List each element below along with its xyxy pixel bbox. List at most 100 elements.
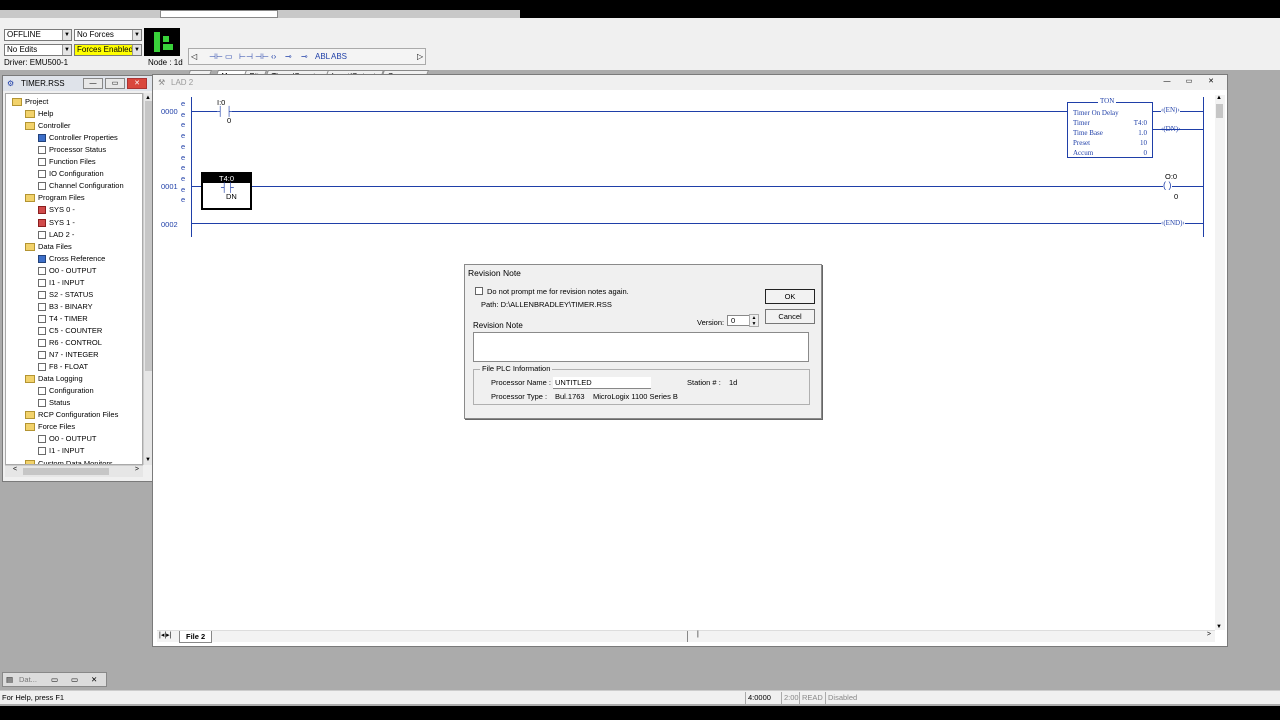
processor-type-value: MicroLogix 1100 Series B (593, 392, 678, 401)
tree-item-label: O0 - OUTPUT (49, 265, 97, 275)
tree-item[interactable]: C5 - COUNTER (38, 325, 102, 337)
tree-item[interactable]: Custom Data Monitors (25, 458, 113, 464)
scroll-down-icon[interactable]: ▼ (1216, 624, 1222, 630)
folder-icon (25, 242, 35, 251)
file-tab[interactable]: File 2 (179, 631, 213, 643)
minimize-button[interactable]: — (83, 78, 103, 89)
forces-dropdown[interactable]: No Forces ▼ (74, 29, 142, 41)
tree-item[interactable]: Help (25, 108, 53, 120)
no-prompt-checkbox[interactable] (475, 287, 483, 295)
branch-icon[interactable]: ⊢⊣ (239, 52, 253, 61)
forces-enabled-dropdown[interactable]: Forces Enabled ▼ (74, 44, 142, 56)
ton-row-label: Timer (1073, 119, 1090, 127)
ok-button[interactable]: OK (765, 289, 815, 304)
tree-item-label: C5 - COUNTER (49, 325, 103, 335)
tree-item[interactable]: Processor Status (38, 144, 106, 156)
rung-number[interactable]: 0001 (161, 182, 178, 191)
tree-item[interactable]: SYS 1 - (38, 217, 75, 229)
tree-item[interactable]: Function Files (38, 156, 96, 168)
scroll-right-icon[interactable]: ▷ (417, 52, 423, 61)
xic-contact[interactable]: ┤ ├ (217, 106, 233, 116)
scroll-left-icon[interactable]: ◁ (191, 52, 197, 61)
tree-item[interactable]: O0 - OUTPUT (38, 265, 97, 277)
tree-item[interactable]: Status (38, 397, 70, 409)
ladder-vertical-scrollbar[interactable]: ▲ ▼ (1215, 95, 1225, 630)
abs-icon[interactable]: ABS (331, 52, 347, 61)
tree-item[interactable]: B3 - BINARY (38, 301, 93, 313)
tree-item[interactable]: Project (12, 96, 48, 108)
tree-scroll-thumb[interactable] (145, 101, 152, 371)
tree-item[interactable]: S2 - STATUS (38, 289, 93, 301)
maximize-button[interactable]: ▭ (105, 78, 125, 89)
edits-dropdown[interactable]: No Edits ▼ (4, 44, 72, 56)
tree-item[interactable]: Cross Reference (38, 253, 105, 265)
tree-horizontal-scrollbar[interactable]: < > (5, 465, 143, 477)
path-label: Path: D:\ALLENBRADLEY\TIMER.RSS (481, 300, 612, 309)
no-prompt-label: Do not prompt me for revision notes agai… (487, 287, 629, 296)
unlatch-icon[interactable]: ⊸ (301, 52, 308, 61)
tree-item[interactable]: I1 - INPUT (38, 277, 84, 289)
tree-item[interactable]: SYS 0 - (38, 204, 75, 216)
tree-item[interactable]: Data Logging (25, 373, 83, 385)
ton-row-value: 0 (1143, 149, 1148, 157)
close-button[interactable]: ✕ (127, 78, 147, 89)
tree-item[interactable]: Data Files (25, 241, 72, 253)
ladder-scroll-thumb[interactable] (1216, 104, 1223, 118)
tree-item[interactable]: IO Configuration (38, 168, 104, 180)
maximize-button[interactable]: ▭ (1179, 77, 1199, 88)
rung-number[interactable]: 0002 (161, 220, 178, 229)
minimized-data-window[interactable]: ▤ Dat... ▭ ▭ ✕ (2, 672, 107, 687)
scroll-left-icon[interactable]: < (13, 466, 17, 473)
branch-end-icon[interactable]: ⊣⊢ (255, 52, 269, 61)
tree-item-label: B3 - BINARY (49, 301, 93, 311)
abl-icon[interactable]: ABL (315, 52, 330, 61)
contact-icon[interactable]: ⊣⊢ (209, 52, 223, 61)
tree-item[interactable]: O0 - OUTPUT (38, 433, 97, 445)
restore-button[interactable]: ▭ (51, 673, 58, 686)
mode-dropdown[interactable]: OFFLINE ▼ (4, 29, 72, 41)
file-icon (38, 302, 46, 311)
rung-number[interactable]: 0000 (161, 107, 178, 116)
tree-item[interactable]: N7 - INTEGER (38, 349, 99, 361)
tree-hscroll-thumb[interactable] (23, 468, 109, 475)
tree-item[interactable]: Configuration (38, 385, 94, 397)
tree-item[interactable]: F8 - FLOAT (38, 361, 88, 373)
tree-item[interactable]: Program Files (25, 192, 85, 204)
scroll-right-icon[interactable]: > (135, 466, 139, 473)
tree-item[interactable]: LAD 2 - (38, 229, 74, 241)
minimize-button[interactable]: — (1157, 77, 1177, 88)
toolbar-combo[interactable] (160, 10, 278, 18)
tree-item[interactable]: RCP Configuration Files (25, 409, 118, 421)
tree-item[interactable]: Force Files (25, 421, 75, 433)
coil-icon[interactable]: ‹› (271, 52, 276, 61)
revision-note-textarea[interactable] (473, 332, 809, 362)
close-button[interactable]: ✕ (91, 673, 97, 686)
dn-contact-selected[interactable]: T4:0 ┤├ DN (201, 172, 252, 210)
ton-instruction[interactable]: TON Timer On Delay Timer T4:0 Time Base … (1067, 97, 1153, 158)
ladder-horizontal-scrollbar[interactable]: |◂|▸| File 2 | > (157, 630, 1215, 643)
ote-coil[interactable]: ( ) (1163, 180, 1172, 190)
file-tab-nav[interactable]: |◂|▸| (159, 631, 171, 639)
tree-item-label: Function Files (49, 157, 96, 167)
tree-item[interactable]: Channel Configuration (38, 180, 124, 192)
processor-name-field[interactable]: UNTITLED (553, 377, 651, 389)
help-hint: For Help, press F1 (2, 693, 65, 702)
scroll-up-icon[interactable]: ▲ (1216, 95, 1222, 101)
tree-item[interactable]: R6 - CONTROL (38, 337, 102, 349)
scroll-right-icon[interactable]: > (1207, 631, 1211, 638)
close-button[interactable]: ✕ (1201, 77, 1221, 88)
tree-item-label: Cross Reference (49, 253, 106, 263)
ton-row-label: Time Base (1073, 129, 1103, 137)
scroll-down-icon[interactable]: ▼ (145, 457, 151, 463)
scroll-left-icon[interactable]: | (697, 631, 699, 638)
tree-item[interactable]: Controller (25, 120, 71, 132)
timer-icon[interactable]: ▭ (225, 52, 233, 61)
cancel-button[interactable]: Cancel (765, 309, 815, 324)
version-input[interactable]: 0 (727, 315, 751, 326)
latch-icon[interactable]: ⊸ (285, 52, 292, 61)
tree-item[interactable]: Controller Properties (38, 132, 118, 144)
version-spinner[interactable]: ▲ ▼ (749, 314, 759, 327)
tree-item[interactable]: T4 - TIMER (38, 313, 88, 325)
tree-item[interactable]: I1 - INPUT (38, 445, 84, 457)
maximize-button[interactable]: ▭ (71, 673, 78, 686)
